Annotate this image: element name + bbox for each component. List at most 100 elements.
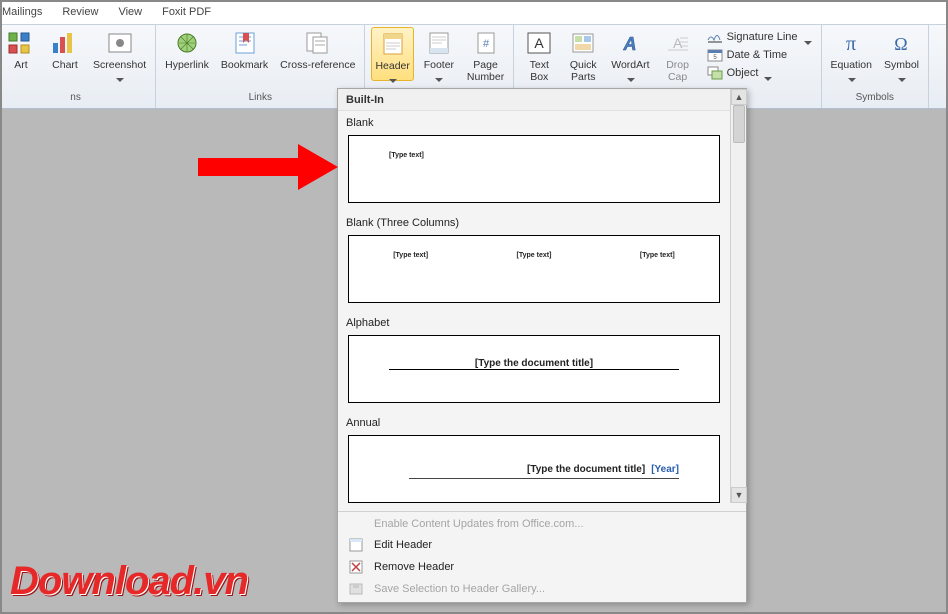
pagenumber-button[interactable]: # Page Number [464, 27, 507, 91]
menu-label: Remove Header [374, 561, 454, 573]
menu-label: Save Selection to Header Gallery... [374, 583, 545, 595]
symbol-label: Symbol [884, 59, 919, 71]
datetime-button[interactable]: 5 Date & Time [707, 47, 811, 63]
quickparts-icon [567, 29, 599, 57]
tab-review[interactable]: Review [62, 6, 98, 18]
equation-label: Equation [831, 59, 872, 71]
screenshot-button[interactable]: Screenshot [90, 27, 149, 79]
template-blank-label: Blank [338, 111, 730, 133]
tab-mailings[interactable]: Mailings [2, 6, 42, 18]
bookmark-button[interactable]: Bookmark [218, 27, 271, 73]
gallery-menu: Enable Content Updates from Office.com..… [338, 511, 746, 602]
ribbon-tabs: Mailings Review View Foxit PDF [2, 2, 946, 24]
symbol-button[interactable]: Ω Symbol [881, 27, 922, 79]
group-symbols: π Equation Ω Symbol Symbols [822, 25, 929, 108]
header-gallery: Built-In Blank [Type text] Blank (Three … [337, 88, 747, 603]
crossref-icon [302, 29, 334, 57]
screenshot-label: Screenshot [93, 59, 146, 71]
svg-text:#: # [483, 38, 490, 50]
signatureline-label: Signature Line [727, 31, 798, 43]
equation-icon: π [835, 29, 867, 57]
object-label: Object [727, 67, 759, 79]
placeholder-year: [Year] [651, 464, 679, 475]
textbox-button[interactable]: A Text Box [520, 27, 558, 91]
textbox-label: Text Box [530, 59, 549, 83]
placeholder-text: [Type text] [389, 152, 424, 159]
chevron-down-icon [804, 36, 811, 40]
template-blank[interactable]: [Type text] [348, 135, 720, 203]
group-illustrations: Art Chart Screenshot ns [2, 25, 156, 108]
svg-text:π: π [846, 33, 856, 55]
placeholder-text: [Type the document title] [467, 358, 601, 369]
scroll-down-icon[interactable]: ▼ [731, 487, 747, 503]
illustrations-group-label: ns [2, 92, 149, 105]
template-annual-label: Annual [338, 411, 730, 433]
wordart-icon: A [614, 29, 646, 57]
datetime-icon: 5 [707, 47, 723, 63]
smartart-icon [5, 29, 37, 57]
group-links: Hyperlink Bookmark Cross-reference Links [156, 25, 365, 108]
chevron-down-icon [435, 73, 442, 77]
footer-button[interactable]: Footer [420, 27, 458, 79]
datetime-label: Date & Time [727, 49, 788, 61]
scroll-up-icon[interactable]: ▲ [731, 89, 747, 105]
scroll-thumb[interactable] [733, 105, 745, 143]
quickparts-button[interactable]: Quick Parts [564, 27, 602, 91]
smartart-button[interactable]: Art [2, 27, 40, 73]
gallery-scrollbar[interactable]: ▲ ▼ [730, 89, 746, 503]
hyperlink-button[interactable]: Hyperlink [162, 27, 212, 73]
placeholder-text: [Type text] [640, 252, 675, 259]
object-button[interactable]: Object [707, 65, 811, 81]
svg-text:A: A [673, 35, 683, 51]
template-alphabet[interactable]: [Type the document title] [348, 335, 720, 403]
wordart-button[interactable]: A WordArt [608, 27, 652, 79]
menu-label: Enable Content Updates from Office.com..… [374, 518, 584, 530]
symbols-group-label: Symbols [828, 92, 922, 105]
smartart-label: Art [14, 59, 27, 71]
signatureline-button[interactable]: Signature Line [707, 29, 811, 45]
annotation-arrow [198, 144, 338, 190]
chart-button[interactable]: Chart [46, 27, 84, 73]
placeholder-text: [Type the document title] [527, 464, 645, 475]
menu-save-selection: Save Selection to Header Gallery... [338, 578, 746, 600]
tab-view[interactable]: View [118, 6, 142, 18]
svg-text:A: A [535, 35, 545, 51]
template-annual[interactable]: [Type the document title] [Year] [348, 435, 720, 503]
dropcap-button[interactable]: A Drop Cap [659, 27, 697, 91]
header-button[interactable]: Header [371, 27, 413, 81]
links-group-label: Links [162, 92, 358, 105]
equation-button[interactable]: π Equation [828, 27, 875, 79]
pagenumber-icon: # [470, 29, 502, 57]
header-icon [377, 30, 409, 58]
hyperlink-icon [171, 29, 203, 57]
dropcap-label: Drop Cap [666, 59, 689, 83]
chevron-down-icon [898, 73, 905, 77]
header-label: Header [375, 60, 409, 72]
edit-header-icon [346, 538, 366, 552]
symbol-icon: Ω [885, 29, 917, 57]
watermark-text: Download.vn [10, 559, 248, 604]
tab-foxit[interactable]: Foxit PDF [162, 6, 211, 18]
menu-label: Edit Header [374, 539, 432, 551]
chevron-down-icon [389, 74, 396, 78]
quickparts-label: Quick Parts [570, 59, 597, 83]
placeholder-text: [Type text] [393, 252, 428, 259]
section-builtin: Built-In [338, 89, 730, 111]
textbox-icon: A [523, 29, 555, 57]
text-small-group: Signature Line 5 Date & Time Object [703, 27, 815, 83]
footer-icon [423, 29, 455, 57]
placeholder-text: [Type text] [517, 252, 552, 259]
template-threecol[interactable]: [Type text] [Type text] [Type text] [348, 235, 720, 303]
menu-remove-header[interactable]: Remove Header [338, 556, 746, 578]
object-icon [707, 65, 723, 81]
menu-edit-header[interactable]: Edit Header [338, 534, 746, 556]
footer-label: Footer [424, 59, 454, 71]
bookmark-label: Bookmark [221, 59, 268, 71]
template-alphabet-label: Alphabet [338, 311, 730, 333]
wordart-label: WordArt [611, 59, 649, 71]
chart-icon [49, 29, 81, 57]
bookmark-icon [229, 29, 261, 57]
crossref-button[interactable]: Cross-reference [277, 27, 358, 73]
chart-label: Chart [52, 59, 78, 71]
chevron-down-icon [627, 73, 634, 77]
